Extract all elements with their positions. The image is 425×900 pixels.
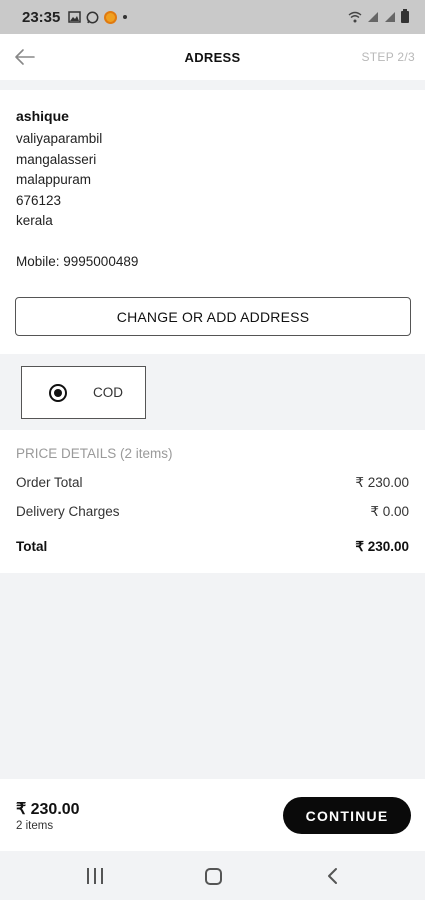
payment-option-cod[interactable]: COD	[21, 366, 146, 419]
step-indicator: STEP 2/3	[361, 50, 415, 64]
gallery-icon	[68, 11, 82, 23]
address-name: ashique	[16, 108, 69, 124]
address-line: valiyaparambil	[16, 131, 103, 146]
address-line: 676123	[16, 192, 62, 208]
address-mobile: Mobile: 9995000489	[16, 253, 139, 269]
price-row: Order Total ₹ 230.00	[16, 475, 409, 491]
signal-icon	[385, 12, 395, 22]
status-bar: 23:35	[0, 0, 425, 34]
checkout-bar: ₹ 230.00 2 items CONTINUE	[0, 779, 425, 851]
status-time: 23:35	[22, 8, 61, 26]
price-total-value: ₹ 230.00	[355, 539, 409, 554]
address-card: ashique valiyaparambil mangalasseri mala…	[0, 90, 425, 354]
status-notification-icons	[68, 10, 128, 24]
address-line: mangalasseri	[16, 151, 97, 167]
continue-button[interactable]: CONTINUE	[283, 797, 411, 834]
price-total-label: Total	[16, 539, 48, 554]
price-total-row: Total ₹ 230.00	[16, 539, 409, 555]
app-bar: ADRESS STEP 2/3	[0, 34, 425, 80]
dot-icon	[123, 15, 128, 19]
checkout-item-count: 2 items	[16, 820, 54, 832]
signal-icon	[368, 12, 378, 22]
price-row-label: Order Total	[16, 475, 83, 490]
system-nav-bar	[0, 851, 425, 900]
status-system-icons	[348, 9, 409, 23]
price-row-label: Delivery Charges	[16, 504, 120, 519]
address-line: malappuram	[16, 172, 92, 188]
recent-apps-icon[interactable]	[87, 868, 103, 884]
wifi-icon	[348, 11, 362, 23]
price-details-card: PRICE DETAILS (2 items) Order Total ₹ 23…	[0, 430, 425, 573]
whatsapp-icon	[86, 11, 99, 23]
nav-back-icon[interactable]	[325, 867, 341, 885]
price-row: Delivery Charges ₹ 0.00	[16, 504, 409, 520]
price-details-header: PRICE DETAILS (2 items)	[16, 446, 173, 461]
payment-option-label: COD	[93, 385, 123, 400]
price-row-value: ₹ 0.00	[370, 504, 409, 519]
coin-icon	[104, 10, 118, 24]
payment-options: COD	[0, 354, 425, 430]
radio-selected-icon[interactable]	[49, 383, 67, 402]
change-address-button[interactable]: CHANGE OR ADD ADDRESS	[15, 297, 411, 336]
price-row-value: ₹ 230.00	[355, 475, 409, 490]
home-icon[interactable]	[205, 868, 222, 885]
battery-icon	[401, 9, 409, 23]
checkout-amount: ₹ 230.00	[16, 801, 80, 818]
address-line: kerala	[16, 213, 53, 229]
